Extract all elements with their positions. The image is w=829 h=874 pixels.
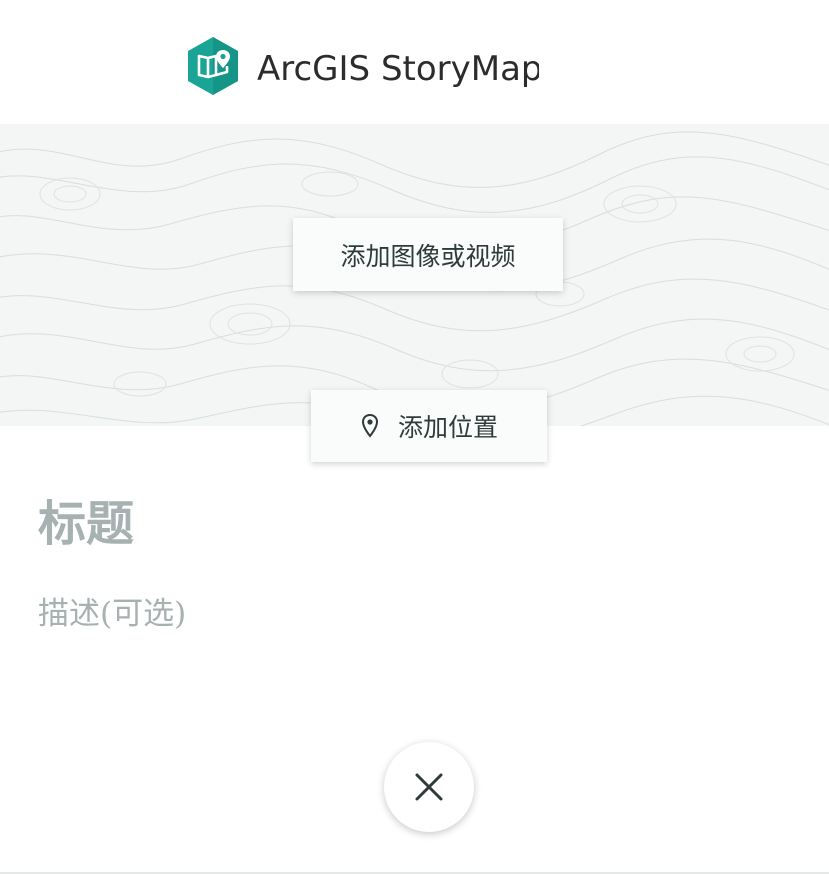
brand-name: ArcGIS StoryMaps (257, 49, 539, 89)
story-title-input[interactable]: 标题 (38, 494, 134, 554)
storymaps-logo-icon (188, 37, 238, 95)
map-pin-icon (361, 413, 378, 438)
close-icon (415, 773, 443, 801)
close-button[interactable] (384, 742, 474, 832)
add-media-button[interactable]: 添加图像或视频 (293, 218, 563, 291)
add-media-label: 添加图像或视频 (340, 241, 516, 271)
add-location-label: 添加位置 (397, 413, 498, 442)
story-description-input[interactable]: 描述(可选) (38, 592, 186, 636)
app-header: ArcGIS StoryMaps (0, 0, 829, 124)
add-location-button[interactable]: 添加位置 (311, 390, 547, 462)
